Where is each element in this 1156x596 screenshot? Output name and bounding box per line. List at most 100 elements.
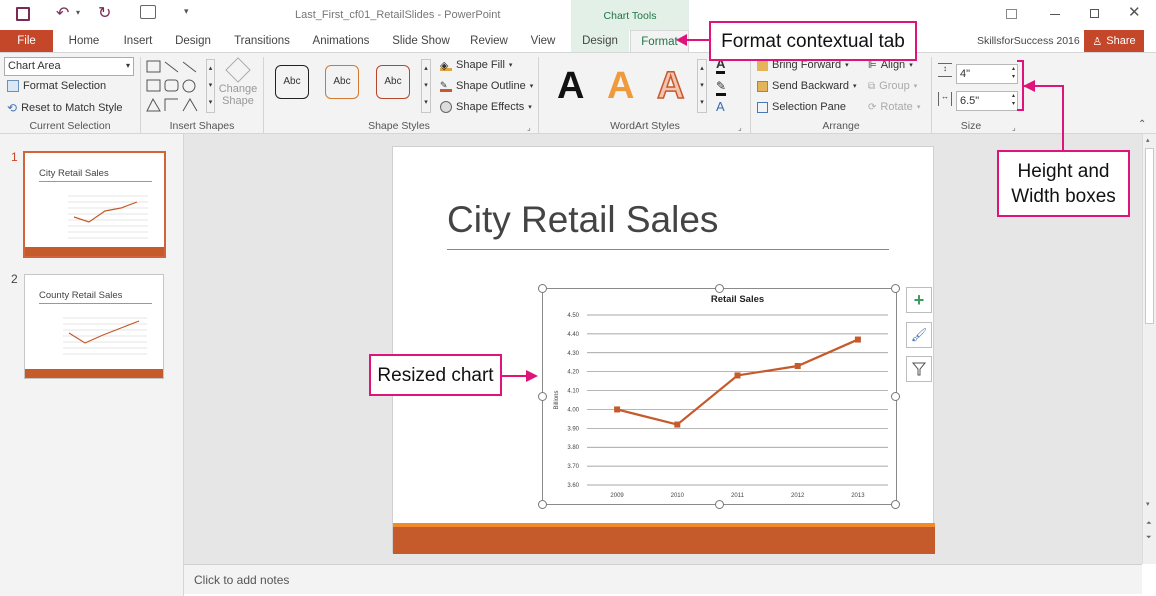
resize-handle[interactable] (891, 392, 900, 401)
resize-handle[interactable] (715, 500, 724, 509)
shapes-gallery[interactable] (145, 59, 205, 115)
tab-view[interactable]: View (525, 30, 561, 52)
send-backward-button[interactable]: Send Backward ▾ (757, 80, 857, 92)
close-icon[interactable]: ✕ (1128, 3, 1141, 21)
ribbon-display-icon[interactable] (1006, 9, 1017, 19)
shapes-gallery-icons (146, 60, 198, 112)
resize-handle[interactable] (538, 284, 547, 293)
tab-home[interactable]: Home (62, 30, 106, 52)
chart-object[interactable]: Retail Sales Billions 4.50 4.40 4.30 4.20 4.10… (542, 288, 897, 505)
thumbnail-rule (39, 303, 152, 304)
share-button[interactable]: ♙ Share (1084, 30, 1144, 52)
group-icon: ⧉ (868, 80, 876, 92)
resize-handle[interactable] (538, 392, 547, 401)
shape-effects-label: Shape Effects (456, 101, 525, 113)
selection-pane-button[interactable]: Selection Pane (757, 101, 846, 113)
format-selection-button[interactable]: Format Selection (7, 80, 106, 92)
shape-styles-more-icon[interactable]: ▴ ▾ ▾ (421, 59, 431, 113)
chart-elements-dropdown[interactable]: Chart Area ▾ (4, 57, 134, 76)
scroll-down-icon[interactable]: ▾ (1146, 500, 1150, 508)
dialog-launcher-icon[interactable]: ⌟ (527, 123, 531, 132)
tab-design[interactable]: Design (171, 30, 215, 52)
x-tick-label: 2010 (671, 493, 685, 499)
wordart-preset-2[interactable]: A (607, 65, 634, 108)
chart-filters-button[interactable] (906, 356, 932, 382)
undo-dropdown-icon[interactable]: ▾ (76, 8, 80, 17)
text-outline-icon[interactable]: ✎ (716, 79, 727, 96)
wordart-preset-1[interactable]: A (557, 65, 584, 108)
next-slide-icon[interactable]: ⏷ (1146, 534, 1152, 542)
collapse-ribbon-icon[interactable]: ⌃ (1138, 119, 1146, 130)
scroll-up-icon[interactable]: ▴ (1146, 136, 1150, 144)
tab-chart-design[interactable]: Design (571, 30, 629, 52)
title-rule (447, 249, 889, 250)
shape-fill-button[interactable]: ◈ Shape Fill ▾ (440, 59, 513, 72)
group-label-shape-styles: Shape Styles (368, 120, 430, 132)
slide-title[interactable]: City Retail Sales (447, 199, 718, 241)
slide-thumbnail-2[interactable]: County Retail Sales (24, 274, 164, 379)
chart-elements-button[interactable]: + (906, 287, 932, 313)
x-tick-label: 2011 (731, 493, 745, 499)
slide-thumbnail-1[interactable]: City Retail Sales (23, 151, 166, 258)
resize-handle[interactable] (891, 500, 900, 509)
presenter-icon[interactable] (140, 5, 156, 19)
y-axis-label: Billions (554, 390, 560, 409)
shape-fill-label: Shape Fill (456, 59, 505, 71)
shape-width-input[interactable]: 6.5" ▴ ▾ (956, 91, 1018, 111)
qat-customize-icon[interactable]: ▾ (184, 6, 189, 17)
rotate-button[interactable]: ⟳ Rotate ▾ (868, 101, 920, 113)
tab-insert[interactable]: Insert (118, 30, 158, 52)
tab-transitions[interactable]: Transitions (230, 30, 294, 52)
shape-height-value: 4" (960, 68, 971, 80)
tab-file[interactable]: File (0, 30, 53, 52)
shape-effects-button[interactable]: Shape Effects ▾ (440, 101, 532, 113)
change-shape-button[interactable]: Change Shape (216, 57, 260, 119)
shape-style-preset-2[interactable]: Abc (325, 65, 359, 99)
text-effects-icon[interactable]: A (716, 100, 725, 114)
minimize-icon[interactable] (1050, 14, 1060, 15)
callout-arrow (676, 34, 710, 46)
resize-handle[interactable] (538, 500, 547, 509)
chevron-down-icon: ▾ (508, 62, 513, 69)
slide-canvas[interactable]: City Retail Sales Retail Sales Billions 4.… (392, 146, 935, 554)
callout-format-contextual-tab: Format contextual tab (709, 21, 917, 61)
undo-icon[interactable]: ↶ (56, 3, 69, 23)
bring-forward-icon (757, 59, 768, 71)
resize-handle[interactable] (715, 284, 724, 293)
y-tick-label: 4.20 (567, 370, 579, 376)
shape-outline-button[interactable]: ✎ Shape Outline ▾ (440, 80, 533, 92)
shape-style-preset-1[interactable]: Abc (275, 65, 309, 99)
reset-to-match-style-button[interactable]: ⟲ Reset to Match Style (7, 101, 123, 115)
slide-number-2: 2 (11, 272, 18, 286)
chevron-down-icon: ▾ (916, 104, 921, 111)
shapes-scroll-icon[interactable]: ▴ ▾ ▾ (206, 59, 215, 113)
chevron-down-icon: ▾ (529, 83, 534, 90)
callout-connector (1017, 60, 1064, 152)
shape-height-input[interactable]: 4" ▴ ▾ (956, 64, 1018, 84)
paintbrush-icon: 🖌 (910, 327, 928, 342)
series-line (616, 338, 859, 426)
notes-pane[interactable]: Click to add notes (184, 564, 1142, 594)
account-name[interactable]: SkillsforSuccess 2016 (977, 35, 1080, 47)
chart-styles-button[interactable]: 🖌 (906, 322, 932, 348)
save-icon[interactable] (16, 7, 30, 21)
thumbnail-band (25, 247, 164, 256)
wordart-more-icon[interactable]: ▴ ▾ ▾ (697, 59, 707, 113)
resize-handle[interactable] (891, 284, 900, 293)
y-tick-label: 4.40 (567, 332, 579, 338)
redo-icon[interactable]: ↻ (98, 3, 111, 23)
vertical-scrollbar[interactable]: ▴ ▾ ⏶ ⏷ (1142, 134, 1156, 564)
previous-slide-icon[interactable]: ⏶ (1146, 520, 1152, 528)
restore-icon[interactable] (1090, 9, 1099, 18)
shape-style-preset-3[interactable]: Abc (376, 65, 410, 99)
wordart-preset-3[interactable]: A (656, 64, 685, 108)
dialog-launcher-icon[interactable]: ⌟ (738, 123, 742, 132)
tab-animations[interactable]: Animations (308, 30, 374, 52)
shape-outline-label: Shape Outline (456, 80, 526, 92)
scroll-thumb[interactable] (1145, 148, 1154, 324)
data-point-marker (854, 336, 861, 343)
tab-review[interactable]: Review (467, 30, 511, 52)
tab-slide-show[interactable]: Slide Show (389, 30, 453, 52)
y-tick-label: 3.60 (567, 483, 579, 489)
group-button[interactable]: ⧉ Group ▾ (868, 80, 917, 92)
